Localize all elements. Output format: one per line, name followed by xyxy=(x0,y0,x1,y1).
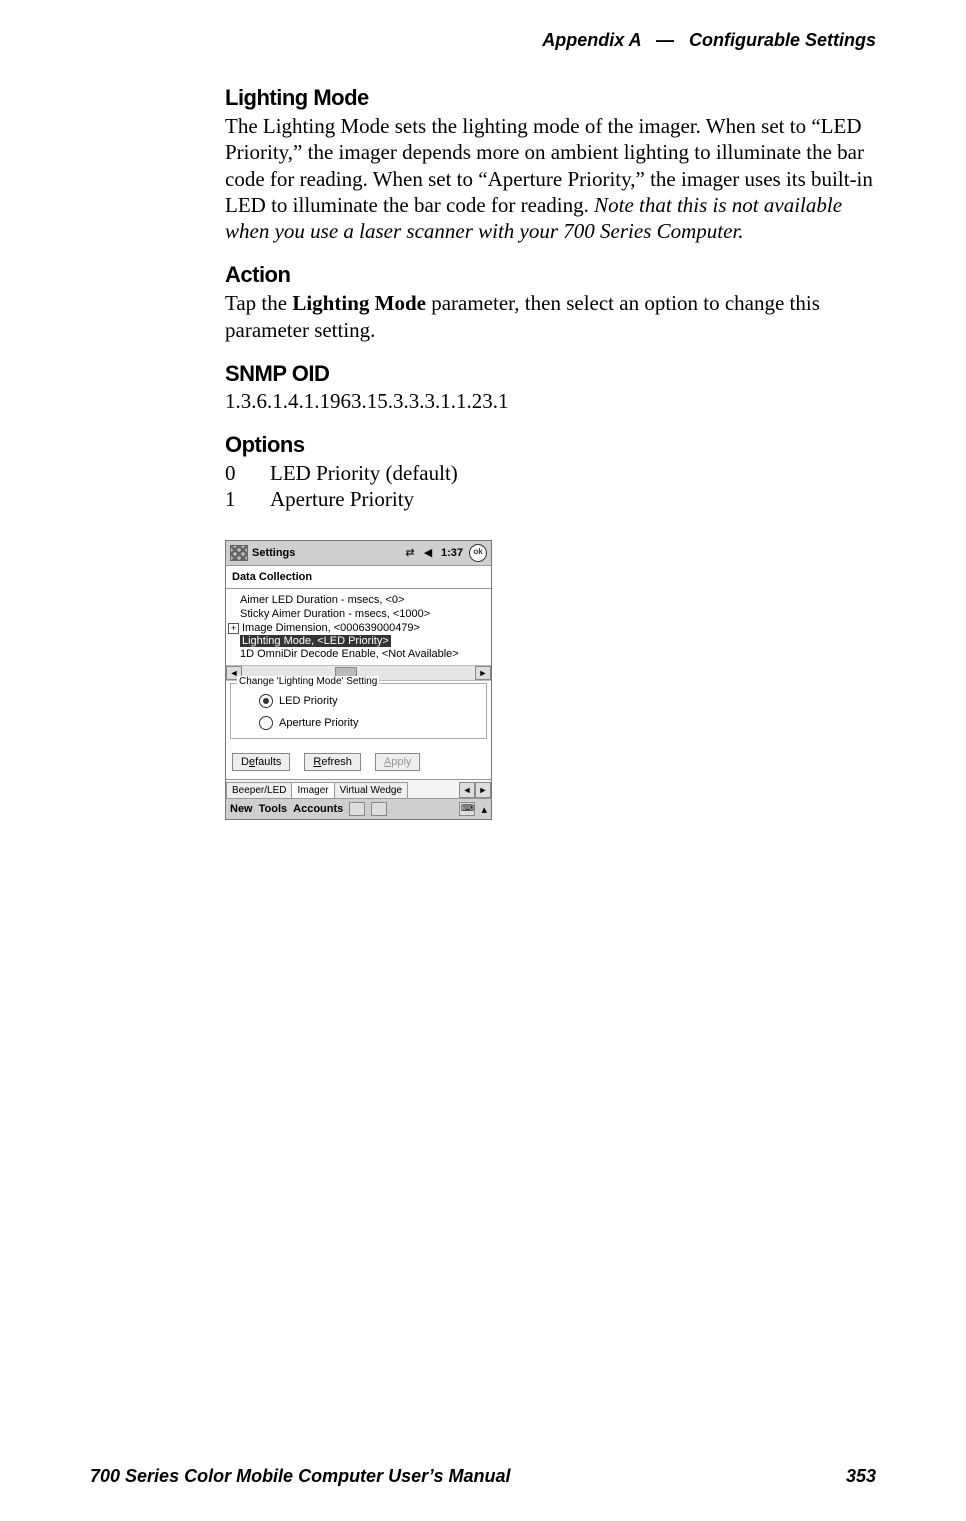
lighting-mode-title: Lighting Mode xyxy=(225,85,875,111)
tab-strip: Beeper/LED Imager Virtual Wedge ◄ ► xyxy=(226,779,491,798)
running-header: Appendix A — Configurable Settings xyxy=(542,30,876,51)
radio-led-priority[interactable]: LED Priority xyxy=(237,690,480,712)
action-title: Action xyxy=(225,262,875,288)
scroll-right-arrow-icon[interactable]: ► xyxy=(475,666,491,680)
header-appendix: Appendix A xyxy=(542,30,641,50)
action-bold: Lighting Mode xyxy=(292,291,426,315)
window-titlebar: Settings ⇄ ◀ 1:37 ok xyxy=(226,541,491,566)
option-row-0: 0LED Priority (default) xyxy=(225,460,875,486)
apply-button: Apply xyxy=(375,753,421,771)
setting-group: Change 'Lighting Mode' Setting LED Prior… xyxy=(230,683,487,739)
action-body: Tap the Lighting Mode parameter, then se… xyxy=(225,290,875,343)
radio-unselected-icon xyxy=(259,716,273,730)
sip-keyboard-icon[interactable]: ⌨ xyxy=(459,802,475,816)
menu-new[interactable]: New xyxy=(230,803,253,815)
option-row-1: 1Aperture Priority xyxy=(225,486,875,512)
page-footer: 700 Series Color Mobile Computer User’s … xyxy=(90,1466,876,1487)
tree-item-sticky-aimer[interactable]: Sticky Aimer Duration - msecs, <1000> xyxy=(228,607,489,621)
tab-beeper-led[interactable]: Beeper/LED xyxy=(226,782,292,798)
option-key-1: 1 xyxy=(225,486,270,512)
options-title: Options xyxy=(225,432,875,458)
page-number: 353 xyxy=(846,1466,876,1487)
page: Appendix A — Configurable Settings Light… xyxy=(0,0,966,1521)
ok-button[interactable]: ok xyxy=(469,544,487,562)
applet-title: Data Collection xyxy=(226,566,491,589)
toolbar-icon-2[interactable] xyxy=(371,802,387,816)
tab-nav: ◄ ► xyxy=(459,782,491,798)
toolbar-icon-1[interactable] xyxy=(349,802,365,816)
group-title: Change 'Lighting Mode' Setting xyxy=(237,676,379,687)
snmp-title: SNMP OID xyxy=(225,361,875,387)
options-list: 0LED Priority (default) 1Aperture Priori… xyxy=(225,460,875,513)
radio-aperture-priority[interactable]: Aperture Priority xyxy=(237,712,480,734)
radio-led-label: LED Priority xyxy=(279,695,338,707)
snmp-value: 1.3.6.1.4.1.1963.15.3.3.3.1.1.23.1 xyxy=(225,389,875,414)
sip-up-arrow-icon[interactable]: ▴ xyxy=(481,803,487,816)
expand-icon[interactable]: + xyxy=(228,623,239,634)
menu-tools[interactable]: Tools xyxy=(259,803,288,815)
menu-accounts[interactable]: Accounts xyxy=(293,803,343,815)
button-row: Defaults Refresh Apply xyxy=(226,747,491,779)
option-key-0: 0 xyxy=(225,460,270,486)
radio-aperture-label: Aperture Priority xyxy=(279,717,358,729)
content-area: Lighting Mode The Lighting Mode sets the… xyxy=(225,85,875,820)
defaults-button[interactable]: Defaults xyxy=(232,753,290,771)
action-pre: Tap the xyxy=(225,291,292,315)
start-flag-icon[interactable] xyxy=(230,545,248,561)
window-title: Settings xyxy=(252,547,295,559)
tab-nav-right-icon[interactable]: ► xyxy=(475,782,491,798)
refresh-button[interactable]: Refresh xyxy=(304,753,361,771)
tree-item-lighting-mode[interactable]: Lighting Mode, <LED Priority> xyxy=(240,635,391,647)
tab-virtual-wedge[interactable]: Virtual Wedge xyxy=(334,782,408,798)
header-sep: — xyxy=(656,30,674,50)
clock-time: 1:37 xyxy=(439,547,465,559)
option-label-1: Aperture Priority xyxy=(270,487,414,511)
tree-item-aimer-led[interactable]: Aimer LED Duration - msecs, <0> xyxy=(228,593,489,607)
command-bar: New Tools Accounts ⌨ ▴ xyxy=(226,798,491,819)
tree-item-image-dimension[interactable]: +Image Dimension, <000639000479> xyxy=(228,621,489,635)
radio-selected-icon xyxy=(259,694,273,708)
lighting-mode-body: The Lighting Mode sets the lighting mode… xyxy=(225,113,875,244)
speaker-icon[interactable]: ◀ xyxy=(421,547,435,559)
tree-item-omnidir[interactable]: 1D OmniDir Decode Enable, <Not Available… xyxy=(228,647,489,661)
device-screenshot: Settings ⇄ ◀ 1:37 ok Data Collection Aim… xyxy=(225,540,492,820)
tab-imager[interactable]: Imager xyxy=(291,782,334,798)
footer-title: 700 Series Color Mobile Computer User’s … xyxy=(90,1466,510,1487)
settings-tree[interactable]: Aimer LED Duration - msecs, <0> Sticky A… xyxy=(226,589,491,665)
connectivity-icon[interactable]: ⇄ xyxy=(403,547,417,559)
option-label-0: LED Priority (default) xyxy=(270,461,458,485)
tab-nav-left-icon[interactable]: ◄ xyxy=(459,782,475,798)
header-section: Configurable Settings xyxy=(689,30,876,50)
